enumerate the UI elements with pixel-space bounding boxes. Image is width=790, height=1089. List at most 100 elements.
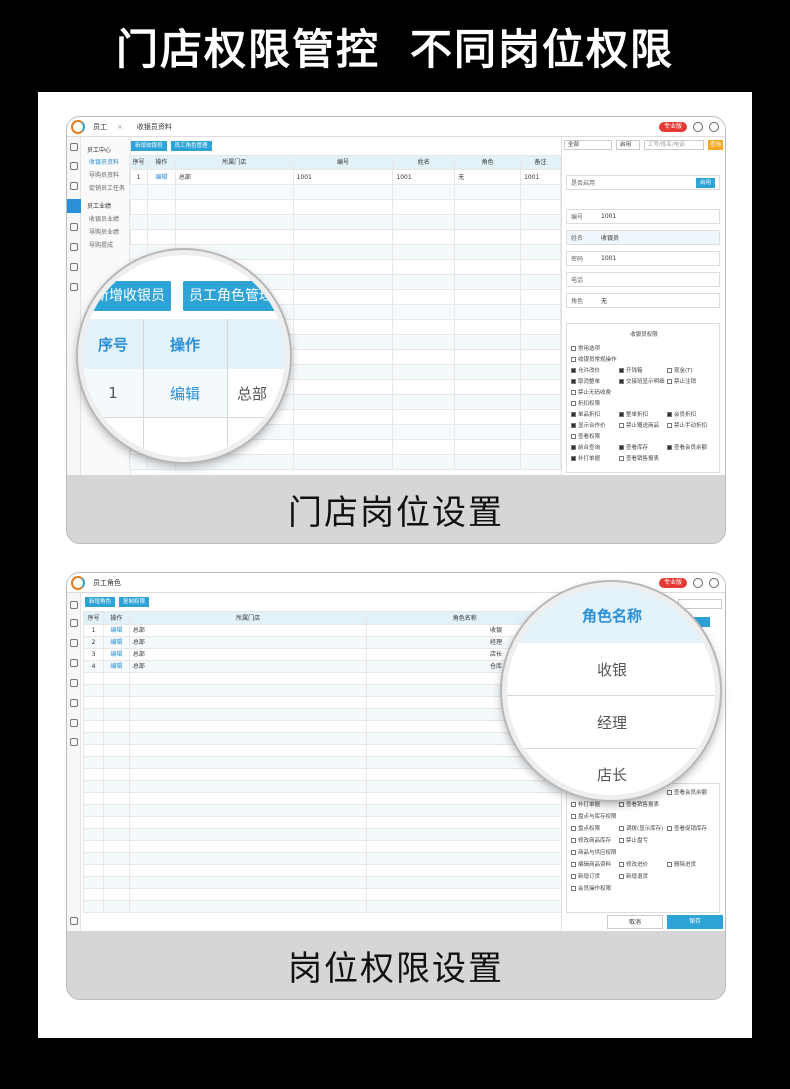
permission-item[interactable]: 常用选项	[571, 344, 600, 352]
permission-item[interactable]: 前台查询	[571, 443, 600, 451]
checkbox[interactable]	[571, 850, 576, 855]
checkbox[interactable]	[571, 802, 576, 807]
checkbox[interactable]	[571, 838, 576, 843]
checkbox[interactable]	[571, 445, 576, 450]
permission-item[interactable]: 查看权限	[571, 432, 600, 440]
table-row[interactable]: 3 编辑 总部 店长	[84, 649, 563, 661]
checkbox[interactable]	[667, 862, 672, 867]
permission-item[interactable]: 收银员常规操作	[571, 355, 617, 363]
checkbox[interactable]	[571, 862, 576, 867]
enable-toggle[interactable]: 启用	[695, 178, 715, 188]
permission-item[interactable]: 新增退货	[619, 872, 648, 880]
checkbox[interactable]	[667, 412, 672, 417]
permission-item[interactable]: 现金(T)	[667, 366, 693, 374]
permission-item[interactable]: 编辑商品资料	[571, 860, 611, 868]
permission-item[interactable]: 禁止手动折扣	[667, 421, 707, 429]
table-row[interactable]: 2 编辑 总部 经理	[84, 637, 563, 649]
collapse-icon[interactable]	[70, 917, 78, 925]
checkbox[interactable]	[619, 838, 624, 843]
report-icon[interactable]	[70, 719, 78, 727]
permission-item[interactable]: 会员操作权限	[571, 884, 611, 892]
checkbox[interactable]	[667, 379, 672, 384]
table-row[interactable]: 1 编辑 总部 1001 1001 无 1001	[130, 170, 561, 185]
checkbox[interactable]	[571, 874, 576, 879]
more-icon[interactable]	[70, 283, 78, 291]
menu-item-guide-perf[interactable]: 导购员业绩	[89, 227, 119, 236]
goods-icon[interactable]	[70, 639, 78, 647]
checkbox[interactable]	[619, 423, 624, 428]
checkbox[interactable]	[619, 802, 624, 807]
permission-item[interactable]: 查看销售报表	[619, 454, 659, 462]
permission-item[interactable]: 显示合作价	[571, 421, 606, 429]
permission-item[interactable]: 禁止盘亏	[619, 836, 648, 844]
permission-item[interactable]: 补打单据	[571, 454, 600, 462]
permission-item[interactable]: 盘点与库存权限	[571, 812, 617, 820]
home-icon[interactable]	[70, 143, 78, 151]
permission-item[interactable]: 禁止赠送商品	[619, 421, 659, 429]
checkbox[interactable]	[619, 862, 624, 867]
more-icon[interactable]	[70, 738, 78, 746]
name-field[interactable]: 姓名 收银员	[566, 230, 720, 245]
cancel-button[interactable]: 取消	[607, 915, 663, 929]
save-button[interactable]: 保存	[667, 915, 723, 929]
store-icon[interactable]	[70, 243, 78, 251]
checkbox[interactable]	[571, 379, 576, 384]
permission-item[interactable]: 禁止注销	[667, 377, 696, 385]
close-icon[interactable]: ×	[117, 123, 123, 131]
code-field[interactable]: 编号 1001	[566, 209, 720, 224]
permission-item[interactable]: 查看会员余额	[667, 443, 707, 451]
password-field[interactable]: 密码 1001	[566, 251, 720, 266]
staff-icon[interactable]	[70, 659, 78, 667]
permission-item[interactable]: 允许改价	[571, 366, 600, 374]
role-field[interactable]: 角色 无	[566, 293, 720, 308]
checkbox[interactable]	[667, 445, 672, 450]
permission-item[interactable]: 查看促销库存	[667, 824, 707, 832]
permission-item[interactable]: 修改商品库存	[571, 836, 611, 844]
checkbox[interactable]	[571, 886, 576, 891]
table-row[interactable]: 4 编辑 总部 仓库	[84, 661, 563, 673]
store-select[interactable]: 全部	[564, 140, 612, 150]
checkbox[interactable]	[619, 456, 624, 461]
checkbox[interactable]	[619, 412, 624, 417]
edit-link[interactable]: 编辑	[104, 625, 130, 636]
permission-item[interactable]: 商品与供应权限	[571, 848, 617, 856]
permission-item[interactable]: 新增订货	[571, 872, 600, 880]
checkbox[interactable]	[571, 401, 576, 406]
checkbox[interactable]	[571, 412, 576, 417]
headset-icon[interactable]	[693, 122, 703, 132]
menu-item-guide[interactable]: 导购员资料	[89, 170, 119, 179]
checkbox[interactable]	[571, 357, 576, 362]
permission-item[interactable]: 查看库存	[619, 443, 648, 451]
checkbox[interactable]	[667, 826, 672, 831]
checkbox[interactable]	[619, 445, 624, 450]
member-icon[interactable]	[70, 679, 78, 687]
permission-item[interactable]: 开钱箱	[619, 366, 643, 374]
permission-item[interactable]: 交接班显示明细	[619, 377, 665, 385]
permission-item[interactable]: 补打单据	[571, 800, 600, 808]
permission-item[interactable]: 单品折扣	[571, 410, 600, 418]
menu-item-cashier[interactable]: 收银员资料	[89, 157, 119, 166]
permission-item[interactable]: 取消整单	[571, 377, 600, 385]
checkbox[interactable]	[667, 423, 672, 428]
checkbox[interactable]	[667, 368, 672, 373]
checkbox[interactable]	[571, 423, 576, 428]
report-icon[interactable]	[70, 263, 78, 271]
permission-item[interactable]: 盘点权限	[571, 824, 600, 832]
checkbox[interactable]	[571, 456, 576, 461]
permission-item[interactable]: 调拨(显示库存)	[619, 824, 663, 832]
add-cashier-button[interactable]: 新增收银员	[131, 141, 167, 151]
checkbox[interactable]	[619, 826, 624, 831]
checkbox[interactable]	[571, 346, 576, 351]
add-role-button[interactable]: 新增角色	[85, 597, 116, 607]
home-icon[interactable]	[70, 601, 78, 609]
checkbox[interactable]	[571, 826, 576, 831]
sales-icon[interactable]	[70, 619, 78, 627]
menu-item-commission[interactable]: 导购提成	[89, 240, 113, 249]
permission-item[interactable]: 会员折扣	[667, 410, 696, 418]
checkbox[interactable]	[619, 368, 624, 373]
role-manage-button[interactable]: 员工角色管理	[170, 141, 212, 151]
tab-staff[interactable]: 员工	[93, 122, 107, 132]
permission-item[interactable]: 修改进价	[619, 860, 648, 868]
edit-link[interactable]: 编辑	[104, 649, 130, 660]
checkbox[interactable]	[619, 379, 624, 384]
